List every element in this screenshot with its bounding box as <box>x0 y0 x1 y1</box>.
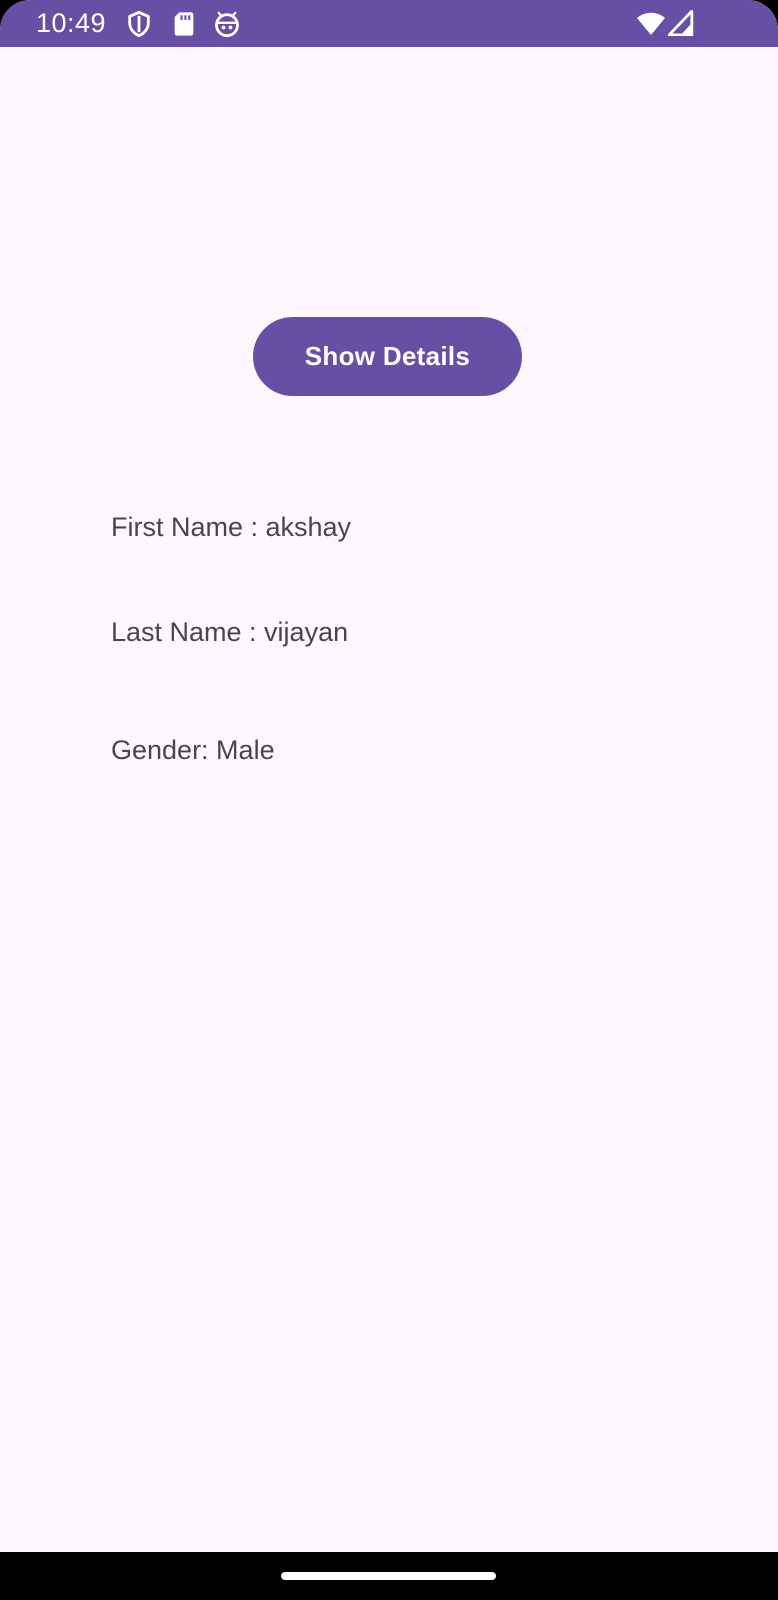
android-icon <box>213 10 241 38</box>
first-name-text: First Name : akshay <box>111 512 352 542</box>
last-name-text: Last Name : vijayan <box>111 617 349 647</box>
gender-text: Gender: Male <box>111 735 275 765</box>
app-screen: 10:49 Show Details First Name: akshay L… <box>0 0 778 1600</box>
status-bar: 10:49 <box>0 0 778 47</box>
show-details-button[interactable]: Show Details <box>253 317 522 396</box>
sd-card-icon <box>170 10 198 38</box>
navigation-bar <box>0 1552 778 1600</box>
status-time: 10:49 <box>36 8 107 38</box>
home-gesture-handle[interactable] <box>281 1572 496 1580</box>
shield-icon <box>125 10 153 38</box>
wifi-icon <box>636 10 666 38</box>
cellular-signal-icon <box>668 10 694 36</box>
